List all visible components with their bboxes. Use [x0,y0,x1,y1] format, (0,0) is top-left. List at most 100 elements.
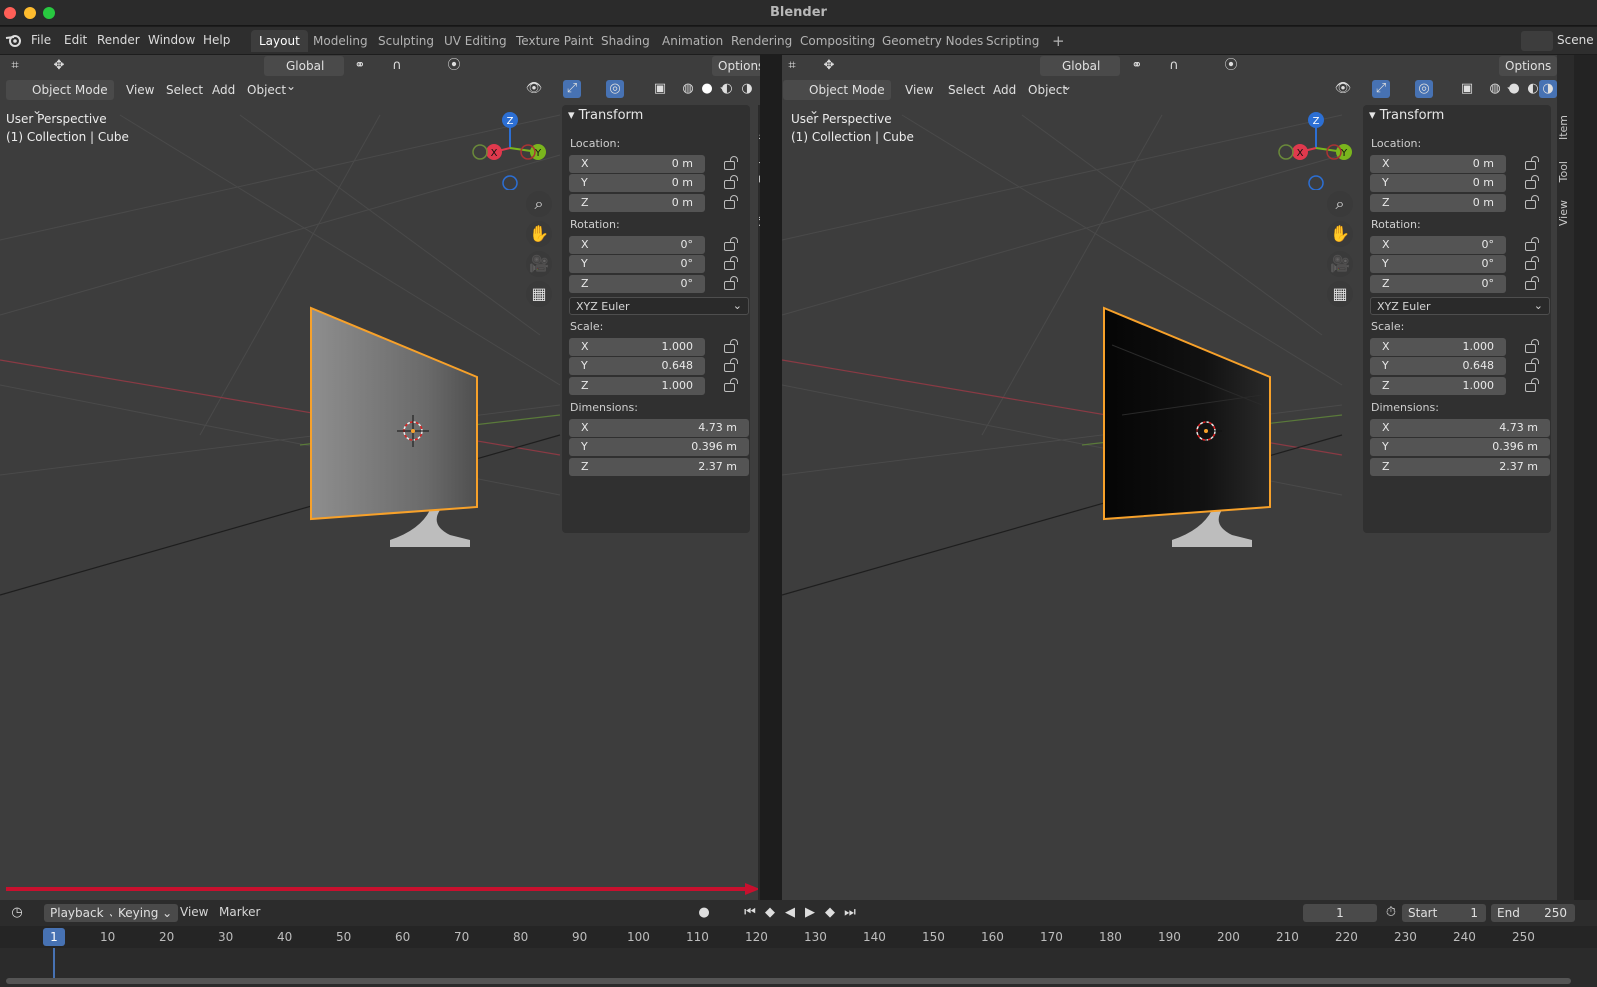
solid-shading-icon[interactable]: ● [698,80,716,98]
lock-icon[interactable] [1525,256,1539,270]
menu-add[interactable]: Add [206,80,241,100]
lock-icon[interactable] [724,175,738,189]
rendered-shading-icon[interactable]: ◑ [1539,80,1557,98]
sidetab-view[interactable]: View [1557,200,1575,226]
lock-icon[interactable] [1525,195,1539,209]
tab-compositing[interactable]: Compositing [792,30,883,52]
solid-shading-icon[interactable]: ● [1505,80,1523,98]
snap-icon[interactable]: ∩ [1165,57,1183,75]
lock-icon[interactable] [1525,156,1539,170]
menu-render[interactable]: Render [97,33,140,47]
area-divider[interactable] [758,105,760,914]
timeline-scrollbar[interactable] [6,978,1571,984]
tab-animation[interactable]: Animation [654,30,731,52]
lock-icon[interactable] [1525,276,1539,290]
lock-icon[interactable] [1525,175,1539,189]
navigation-gizmo[interactable]: Z X Y [1276,110,1356,190]
rotation-z-field[interactable]: Z 0° [1370,275,1506,293]
zoom-icon[interactable]: ⌕ [526,191,552,217]
keying-dropdown[interactable]: Keying ⌄ [112,904,179,922]
lock-icon[interactable] [1525,358,1539,372]
wireframe-shading-icon[interactable]: ◍ [679,80,697,98]
dimensions-z-field[interactable]: Z 2.37 m [1370,458,1550,476]
pivot-icon[interactable]: ⚭ [1128,57,1146,75]
menu-window[interactable]: Window [148,33,195,47]
lock-icon[interactable] [724,276,738,290]
tab-shading[interactable]: Shading [593,30,658,52]
dimensions-z-field[interactable]: Z 2.37 m [569,458,749,476]
proportional-edit-icon[interactable]: ⦿ [445,57,463,75]
add-workspace-button[interactable]: + [1044,30,1073,52]
record-icon[interactable]: ● [695,904,713,922]
menu-help[interactable]: Help [203,33,230,47]
sidetab-item[interactable]: Item [757,115,760,140]
lock-icon[interactable] [1525,339,1539,353]
transform-panel-title[interactable]: ▾ Transform [1369,108,1444,123]
sidetab-view[interactable]: View [757,200,760,226]
location-z-field[interactable]: Z 0 m [1370,194,1506,212]
menu-object[interactable]: Object [1022,80,1073,100]
playhead-line[interactable] [53,948,55,982]
jump-end-icon[interactable]: ⏭ [841,904,859,922]
stopwatch-icon[interactable]: ⏱ [1382,904,1400,922]
tab-modeling[interactable]: Modeling [305,30,376,52]
rotation-z-field[interactable]: Z 0° [569,275,705,293]
start-frame-field[interactable]: Start 1 [1402,904,1486,922]
scale-x-field[interactable]: X 1.000 [569,338,705,356]
proportional-edit-icon[interactable]: ⦿ [1222,57,1240,75]
menu-edit[interactable]: Edit [64,33,87,47]
tab-rendering[interactable]: Rendering [723,30,800,52]
scale-y-field[interactable]: Y 0.648 [569,357,705,375]
menu-select[interactable]: Select [160,80,209,100]
camera-view-icon[interactable]: 🎥 [1327,251,1353,277]
navigation-gizmo[interactable]: Z X Y [470,110,550,190]
visibility-icon[interactable]: 👁 [1334,80,1352,98]
scene-selector-icon[interactable] [1521,31,1553,51]
menu-add[interactable]: Add [987,80,1022,100]
rotation-x-field[interactable]: X 0° [1370,236,1506,254]
editor-type-icon[interactable]: ⌗ [783,57,801,75]
dimensions-x-field[interactable]: X 4.73 m [1370,419,1550,437]
menu-view[interactable]: View [180,905,208,919]
rotation-y-field[interactable]: Y 0° [1370,255,1506,273]
rotation-mode-dropdown[interactable]: XYZ Euler ⌄ [569,297,749,315]
scale-z-field[interactable]: Z 1.000 [569,377,705,395]
orientation-dropdown[interactable]: Global ⌄ [264,56,344,93]
menu-view[interactable]: View [120,80,160,100]
lock-icon[interactable] [724,237,738,251]
menu-select[interactable]: Select [942,80,991,100]
play-reverse-icon[interactable]: ◀ [781,904,799,922]
lock-icon[interactable] [724,195,738,209]
timeline-body[interactable] [0,948,1597,987]
blender-logo-icon[interactable] [5,32,23,48]
overlay-toggle-icon[interactable]: ◎ [606,80,624,98]
lock-icon[interactable] [724,256,738,270]
zoom-icon[interactable]: ⌕ [1327,191,1353,217]
prev-keyframe-icon[interactable]: ◆ [761,904,779,922]
transform-panel-title[interactable]: ▾ Transform [568,108,643,123]
dimensions-y-field[interactable]: Y 0.396 m [569,438,749,456]
lock-icon[interactable] [1525,237,1539,251]
overlay-toggle-icon[interactable]: ◎ [1415,80,1433,98]
frame-ruler[interactable]: 1 10 20 30 40 50 60 70 80 90 100 110 120… [0,926,1597,948]
rendered-shading-icon[interactable]: ◑ [738,80,756,98]
properties-editor-strip[interactable] [1574,55,1597,914]
clock-editor-icon[interactable]: ◷ [8,904,26,922]
lock-icon[interactable] [724,156,738,170]
location-x-field[interactable]: X 0 m [569,155,705,173]
viewport-right[interactable]: ⌗ ✥ Global ⌄ ⚭ ∩ ⦿ Options ⌄ Object Mode… [782,55,1557,914]
end-frame-field[interactable]: End 250 [1491,904,1575,922]
scene-name[interactable]: Scene [1557,33,1594,47]
visibility-icon[interactable]: 👁 [525,80,543,98]
jump-start-icon[interactable]: ⏮ [741,904,759,922]
sidetab-item[interactable]: Item [1557,115,1575,140]
scale-z-field[interactable]: Z 1.000 [1370,377,1506,395]
tab-sculpting[interactable]: Sculpting [370,30,442,52]
current-frame-indicator[interactable]: 1 [43,928,65,946]
tab-texture-paint[interactable]: Texture Paint [508,30,601,52]
lock-icon[interactable] [724,358,738,372]
options-dropdown[interactable]: Options ⌄ [712,56,760,93]
object-mode-dropdown[interactable]: Object Mode ⌄ [783,80,891,117]
current-frame-field[interactable]: 1 [1303,904,1377,922]
menu-file[interactable]: File [31,33,51,47]
